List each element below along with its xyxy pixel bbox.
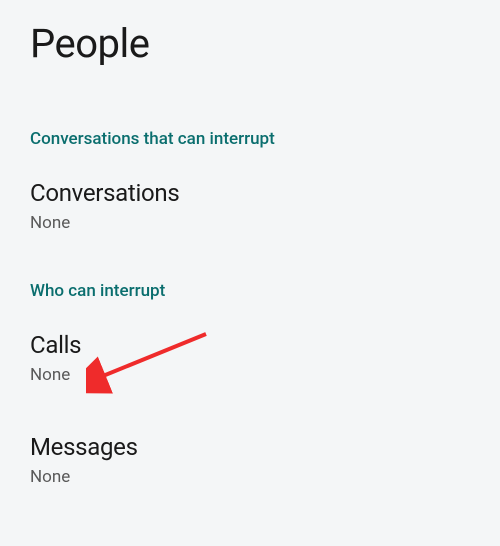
setting-value: None [30,213,470,233]
setting-conversations[interactable]: Conversations None [30,179,470,233]
setting-calls[interactable]: Calls None [30,331,470,385]
section-header-conversations: Conversations that can interrupt [30,129,470,149]
page-title: People [30,20,470,67]
setting-title: Messages [30,433,470,461]
setting-title: Conversations [30,179,470,207]
setting-value: None [30,365,470,385]
setting-messages[interactable]: Messages None [30,433,470,487]
setting-title: Calls [30,331,470,359]
settings-page: People Conversations that can interrupt … [0,0,500,487]
section-header-interrupt: Who can interrupt [30,281,470,301]
setting-value: None [30,467,470,487]
